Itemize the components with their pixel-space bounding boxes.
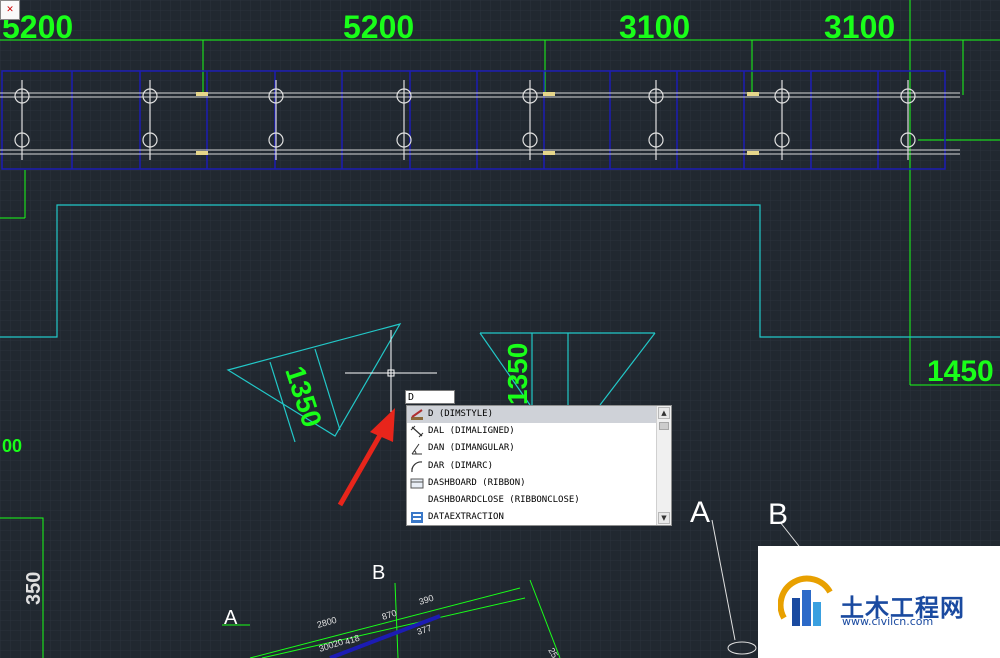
ribbon-icon [410, 478, 424, 489]
section-label-b-left: B [372, 562, 385, 584]
autocomplete-item-dataextraction[interactable]: DATAEXTRACTION [407, 509, 657, 526]
dimstyle-icon [411, 409, 423, 420]
building-logo-icon [778, 575, 833, 626]
watermark-url: www.civilcn.com [842, 615, 934, 628]
autocomplete-item-label: DASHBOARD (RIBBON) [428, 477, 526, 488]
dim-top-mid: 5200 [343, 9, 414, 45]
watermark-logo: 土木工程网 www.civilcn.com [758, 546, 1000, 658]
autocomplete-item-label: DAN (DIMANGULAR) [428, 443, 515, 454]
dimaligned-icon [410, 425, 424, 438]
command-input[interactable]: D [405, 390, 455, 404]
cad-drawing-area[interactable]: 5200 5200 3100 3100 1450 1350 1350 00 35… [0, 0, 1000, 658]
dimarc-icon [411, 460, 423, 472]
dimangular-icon [411, 444, 422, 455]
scroll-down-icon[interactable]: ▼ [658, 512, 670, 524]
autocomplete-item-label: DATAEXTRACTION [428, 512, 504, 523]
autocomplete-scrollbar[interactable]: ▲ ▼ [656, 406, 671, 525]
autocomplete-item-dimangular[interactable]: DAN (DIMANGULAR) [407, 440, 657, 457]
close-tab-icon[interactable]: ✕ [0, 0, 20, 20]
autocomplete-item-label: DAR (DIMARC) [428, 460, 494, 471]
autocomplete-item-dimstyle[interactable]: D (DIMSTYLE) [407, 406, 657, 424]
autocomplete-item-dimaligned[interactable]: DAL (DIMALIGNED) [407, 423, 657, 440]
scroll-thumb[interactable] [659, 422, 669, 430]
autocomplete-item-label: D (DIMSTYLE) [428, 409, 494, 419]
dim-rotated-mid: 1350 [502, 343, 533, 405]
dim-left-edge-partial: 00 [2, 436, 22, 456]
dim-top-r2: 3100 [824, 9, 895, 45]
scroll-up-icon[interactable]: ▲ [658, 407, 670, 419]
autocomplete-item-dimarc[interactable]: DAR (DIMARC) [407, 458, 657, 475]
section-label-b-right: B [768, 498, 788, 531]
autocomplete-item-label: DASHBOARDCLOSE (RIBBONCLOSE) [428, 494, 580, 505]
section-label-a-right: A [690, 496, 710, 529]
dim-left-vertical: 350 [23, 572, 45, 605]
section-label-a-left: A [224, 607, 238, 629]
dim-right-side: 1450 [927, 355, 994, 388]
command-autocomplete-list[interactable]: D (DIMSTYLE) DAL (DIMALIGNED) DAN (DIMAN… [406, 405, 672, 526]
autocomplete-item-dashboard[interactable]: DASHBOARD (RIBBON) [407, 475, 657, 492]
autocomplete-item-dashboardclose[interactable]: DASHBOARDCLOSE (RIBBONCLOSE) [407, 492, 657, 509]
autocomplete-item-label: DAL (DIMALIGNED) [428, 426, 515, 437]
dim-top-r1: 3100 [619, 9, 690, 45]
dataextraction-icon [411, 512, 423, 524]
